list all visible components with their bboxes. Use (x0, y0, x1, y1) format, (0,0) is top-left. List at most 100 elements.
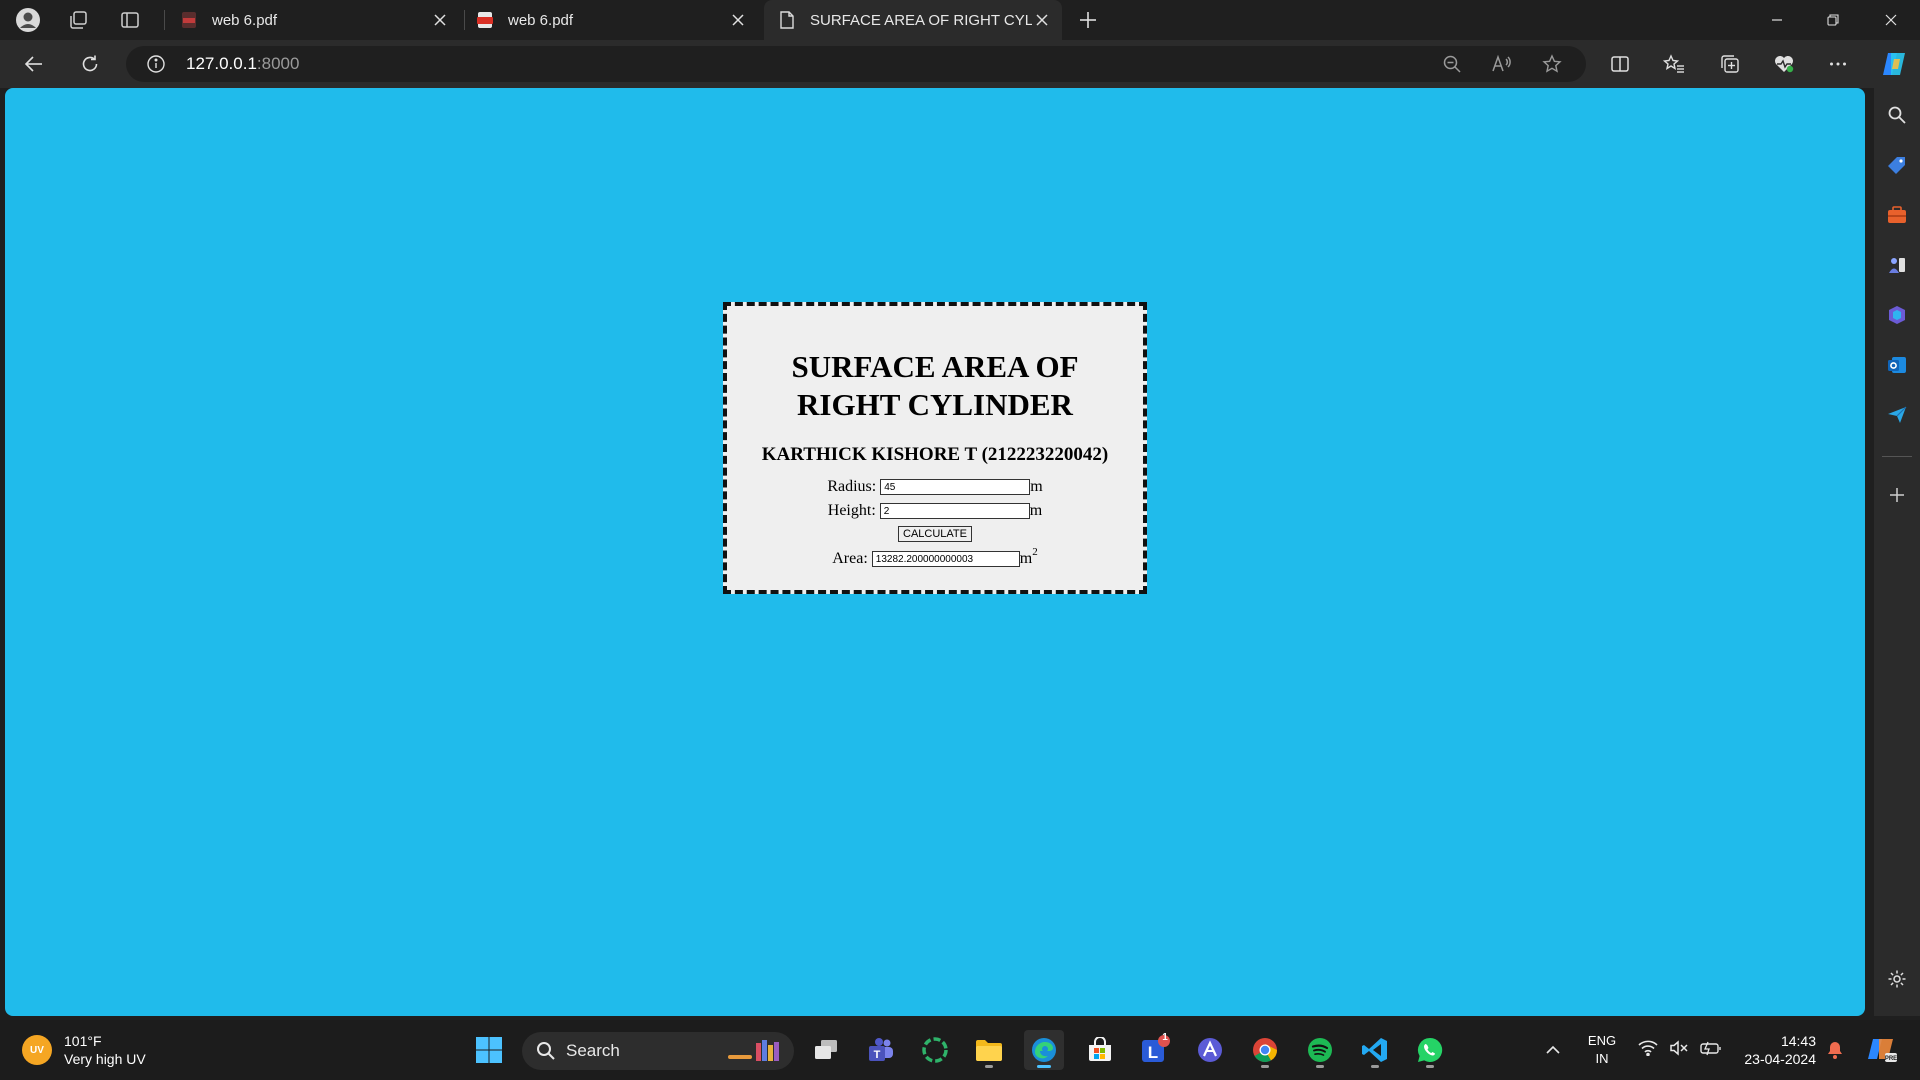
url-port: :8000 (256, 54, 300, 73)
app-circle-icon[interactable] (915, 1030, 955, 1070)
weather-widget[interactable]: UV 101°F Very high UV (22, 1032, 146, 1068)
task-view-icon[interactable] (806, 1030, 846, 1070)
weather-description: Very high UV (64, 1051, 146, 1067)
running-indicator (1261, 1065, 1269, 1068)
split-screen-icon[interactable] (1604, 48, 1636, 80)
tab-active-cylinder[interactable]: SURFACE AREA OF RIGHT CYLINE (764, 0, 1062, 40)
navigation-bar: 127.0.0.1:8000 (0, 40, 1920, 88)
weather-temperature: 101°F (64, 1033, 102, 1049)
edge-icon[interactable] (1024, 1030, 1064, 1070)
site-info-icon[interactable] (146, 54, 166, 74)
teams-icon[interactable]: T (860, 1030, 900, 1070)
copilot-taskbar-icon[interactable]: PRE (1864, 1030, 1900, 1070)
radius-row: Radius: m (727, 478, 1143, 496)
close-tab-icon[interactable] (1032, 10, 1052, 30)
height-row: Height: m (727, 502, 1143, 520)
height-label: Height: (827, 502, 876, 519)
radius-label: Radius: (827, 478, 877, 495)
running-indicator (1316, 1065, 1324, 1068)
running-indicator (1037, 1065, 1051, 1068)
add-sidebar-app-icon[interactable] (1882, 480, 1912, 510)
windows-taskbar: UV 101°F Very high UV Search T L 1 ENG I… (0, 1020, 1920, 1080)
minimize-icon[interactable] (1754, 0, 1800, 40)
wifi-icon (1638, 1040, 1658, 1060)
calculator-card: SURFACE AREA OF RIGHT CYLINDER KARTHICK … (723, 302, 1147, 594)
tab-pdf-2[interactable]: web 6.pdf (474, 0, 758, 40)
page-title: SURFACE AREA OF RIGHT CYLINDER (727, 348, 1143, 424)
svg-text:T: T (874, 1049, 881, 1061)
address-bar[interactable]: 127.0.0.1:8000 (126, 46, 1586, 82)
app-triangle-icon[interactable] (1190, 1030, 1230, 1070)
send-drop-icon[interactable] (1882, 400, 1912, 430)
pdf-icon (476, 11, 494, 29)
tab-title: SURFACE AREA OF RIGHT CYLINE (810, 11, 1032, 29)
close-tab-icon[interactable] (430, 10, 450, 30)
url-text[interactable]: 127.0.0.1:8000 (186, 54, 299, 74)
tab-title: web 6.pdf (212, 11, 278, 29)
read-aloud-icon[interactable] (1490, 52, 1514, 76)
search-label: Search (566, 1041, 620, 1060)
height-input[interactable] (879, 503, 1030, 519)
microsoft-store-icon[interactable] (1080, 1030, 1120, 1070)
battery-icon (1700, 1040, 1722, 1060)
chrome-icon[interactable] (1245, 1030, 1285, 1070)
microsoft-365-icon[interactable] (1882, 300, 1912, 330)
radius-unit: m (1030, 478, 1043, 495)
close-window-icon[interactable] (1868, 0, 1914, 40)
collections-icon[interactable] (1714, 48, 1746, 80)
show-hidden-icons-chevron-icon[interactable] (1538, 1030, 1568, 1070)
shopping-tag-icon[interactable] (1882, 150, 1912, 180)
url-host: 127.0.0.1 (186, 54, 257, 73)
area-output[interactable] (871, 551, 1020, 567)
close-tab-icon[interactable] (728, 10, 748, 30)
tab-divider (164, 10, 165, 30)
search-books-highlight-icon (726, 1037, 782, 1065)
start-button[interactable] (469, 1030, 509, 1070)
file-explorer-icon[interactable] (969, 1030, 1009, 1070)
app-l-icon[interactable]: L 1 (1135, 1030, 1175, 1070)
language-indicator[interactable]: ENG IN (1580, 1030, 1624, 1070)
settings-gear-icon[interactable] (1882, 964, 1912, 994)
games-icon[interactable] (1882, 250, 1912, 280)
volume-muted-icon (1669, 1040, 1689, 1060)
clock-time: 14:43 (1780, 1033, 1816, 1049)
sidebar-divider (1882, 456, 1912, 457)
zoom-out-icon[interactable] (1440, 52, 1464, 76)
browser-essentials-icon[interactable] (1768, 48, 1800, 80)
tab-title: web 6.pdf (508, 11, 574, 29)
svg-text:PRE: PRE (1885, 1056, 1897, 1062)
tab-actions-icon[interactable] (114, 4, 146, 36)
outlook-icon[interactable] (1882, 350, 1912, 380)
back-arrow-icon[interactable] (18, 48, 50, 80)
vscode-icon[interactable] (1355, 1030, 1395, 1070)
area-unit: m (1019, 550, 1033, 567)
copilot-icon[interactable] (1878, 48, 1910, 80)
tab-pdf-1[interactable]: web 6.pdf (176, 0, 460, 40)
edge-sidebar (1874, 88, 1920, 1016)
search-icon[interactable] (1882, 100, 1912, 130)
running-indicator (1426, 1065, 1434, 1068)
pdf-icon (180, 11, 198, 29)
refresh-icon[interactable] (74, 48, 106, 80)
author-name: KARTHICK KISHORE T (212223220042) (761, 444, 1109, 465)
more-options-icon[interactable] (1822, 48, 1854, 80)
uv-badge: UV (22, 1035, 52, 1065)
notification-bell-icon[interactable] (1824, 1030, 1846, 1070)
spotify-icon[interactable] (1300, 1030, 1340, 1070)
profile-icon[interactable] (12, 4, 44, 36)
svg-text:L: L (1148, 1043, 1158, 1062)
taskbar-search[interactable]: Search (522, 1032, 794, 1070)
workspaces-icon[interactable] (62, 4, 94, 36)
calculate-button[interactable]: CALCULATE (898, 526, 972, 542)
quick-settings[interactable] (1632, 1030, 1728, 1070)
favorites-icon[interactable] (1658, 48, 1690, 80)
clock[interactable]: 14:43 23-04-2024 (1736, 1030, 1816, 1070)
radius-input[interactable] (880, 479, 1031, 495)
tools-briefcase-icon[interactable] (1882, 200, 1912, 230)
favorite-star-icon[interactable] (1540, 52, 1564, 76)
restore-icon[interactable] (1810, 0, 1856, 40)
new-tab-icon[interactable] (1072, 4, 1104, 36)
area-label: Area: (832, 550, 868, 567)
search-icon (536, 1041, 556, 1061)
whatsapp-icon[interactable] (1410, 1030, 1450, 1070)
